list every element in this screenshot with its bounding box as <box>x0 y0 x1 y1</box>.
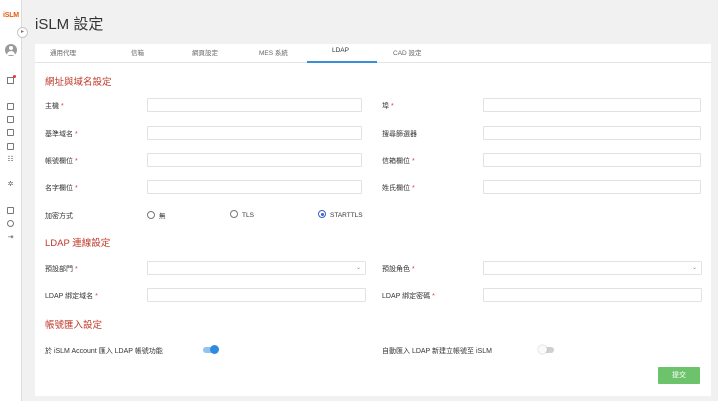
host-input[interactable] <box>147 98 362 112</box>
table-icon[interactable] <box>7 207 14 214</box>
section-title-address: 網址與域名設定 <box>45 77 112 88</box>
base-dn-input[interactable] <box>147 126 362 140</box>
page-title: iSLM 設定 <box>35 16 104 33</box>
folder-icon[interactable] <box>7 116 14 123</box>
encryption-option-none[interactable]: 無 <box>147 210 166 220</box>
host-label: 主機 * <box>45 103 64 110</box>
section-title-import: 帳號匯入設定 <box>45 320 103 331</box>
avatar-icon[interactable] <box>5 44 17 56</box>
toggle-knob <box>210 345 219 354</box>
submit-button[interactable]: 提交 <box>658 367 700 384</box>
search-filter-label: 搜尋篩選器 <box>382 131 417 138</box>
port-label: 埠 * <box>382 103 394 110</box>
section-title-connection: LDAP 連線設定 <box>45 238 111 249</box>
bind-dn-label: LDAP 綁定域名 * <box>45 293 98 300</box>
chevron-down-icon: ⌄ <box>355 265 361 271</box>
name-field-label: 名字欄位 * <box>45 185 78 192</box>
external-link-icon[interactable] <box>7 75 16 84</box>
name-field-input[interactable] <box>147 180 362 194</box>
bind-password-input[interactable] <box>483 288 702 302</box>
surname-field-label: 姓氏欄位 * <box>382 185 415 192</box>
port-input[interactable] <box>483 98 701 112</box>
account-field-label: 帳號欄位 * <box>45 158 78 165</box>
tab-mes[interactable]: MES 系統 <box>259 47 288 57</box>
gear-icon[interactable]: ✲ <box>7 181 14 188</box>
default-role-label: 預設角色 * <box>382 266 415 273</box>
app-logo[interactable]: iSLM <box>3 12 19 19</box>
default-role-select[interactable]: ⌄ <box>483 261 702 275</box>
logout-icon[interactable]: ⇥ <box>7 234 14 241</box>
help-icon[interactable] <box>7 220 14 227</box>
bind-password-label: LDAP 綁定密碼 * <box>382 293 435 300</box>
auto-import-label: 自動匯入 LDAP 新建立帳號至 iSLM <box>382 348 492 355</box>
chevron-down-icon: ⌄ <box>691 265 697 271</box>
radio-circle[interactable] <box>147 211 155 219</box>
toggle-knob <box>538 345 547 354</box>
inbox-icon[interactable] <box>7 103 14 110</box>
left-rail: iSLM ▸ ☷ ✲ ⇥ <box>0 0 28 401</box>
encryption-option-tls[interactable]: TLS <box>230 210 254 219</box>
tab-web-settings[interactable]: 網頁設定 <box>192 47 218 57</box>
tab-mailbox[interactable]: 信箱 <box>131 47 144 57</box>
email-field-input[interactable] <box>483 153 701 167</box>
surname-field-input[interactable] <box>483 180 701 194</box>
document-icon[interactable] <box>7 143 14 150</box>
radio-circle-selected[interactable] <box>318 210 326 218</box>
auto-import-toggle[interactable] <box>538 345 554 354</box>
tab-cad[interactable]: CAD 設定 <box>393 47 422 57</box>
tab-ldap[interactable]: LDAP <box>332 47 349 54</box>
import-ldap-toggle[interactable] <box>203 345 219 354</box>
radio-circle[interactable] <box>230 210 238 218</box>
settings-panel: 通用代理 信箱 網頁設定 MES 系統 LDAP CAD 設定 網址與域名設定 … <box>35 44 711 396</box>
default-dept-select[interactable]: ⌄ <box>147 261 366 275</box>
collapse-rail-button[interactable]: ▸ <box>17 27 28 38</box>
email-field-label: 信箱欄位 * <box>382 158 415 165</box>
settings-tabs: 通用代理 信箱 網頁設定 MES 系統 LDAP CAD 設定 <box>35 44 711 63</box>
tab-proxy[interactable]: 通用代理 <box>50 47 76 57</box>
account-field-input[interactable] <box>147 153 362 167</box>
encryption-option-starttls[interactable]: STARTTLS <box>318 210 363 219</box>
encryption-label: 加密方式 <box>45 213 73 220</box>
search-filter-input[interactable] <box>483 126 701 140</box>
default-dept-label: 預設部門 * <box>45 266 78 273</box>
bind-dn-input[interactable] <box>147 288 366 302</box>
base-dn-label: 基準域名 * <box>45 131 78 138</box>
import-ldap-label: 於 iSLM Account 匯入 LDAP 帳號功能 <box>45 348 163 355</box>
active-tab-indicator <box>307 61 377 63</box>
list-icon[interactable] <box>7 129 14 136</box>
people-icon[interactable]: ☷ <box>7 156 14 163</box>
